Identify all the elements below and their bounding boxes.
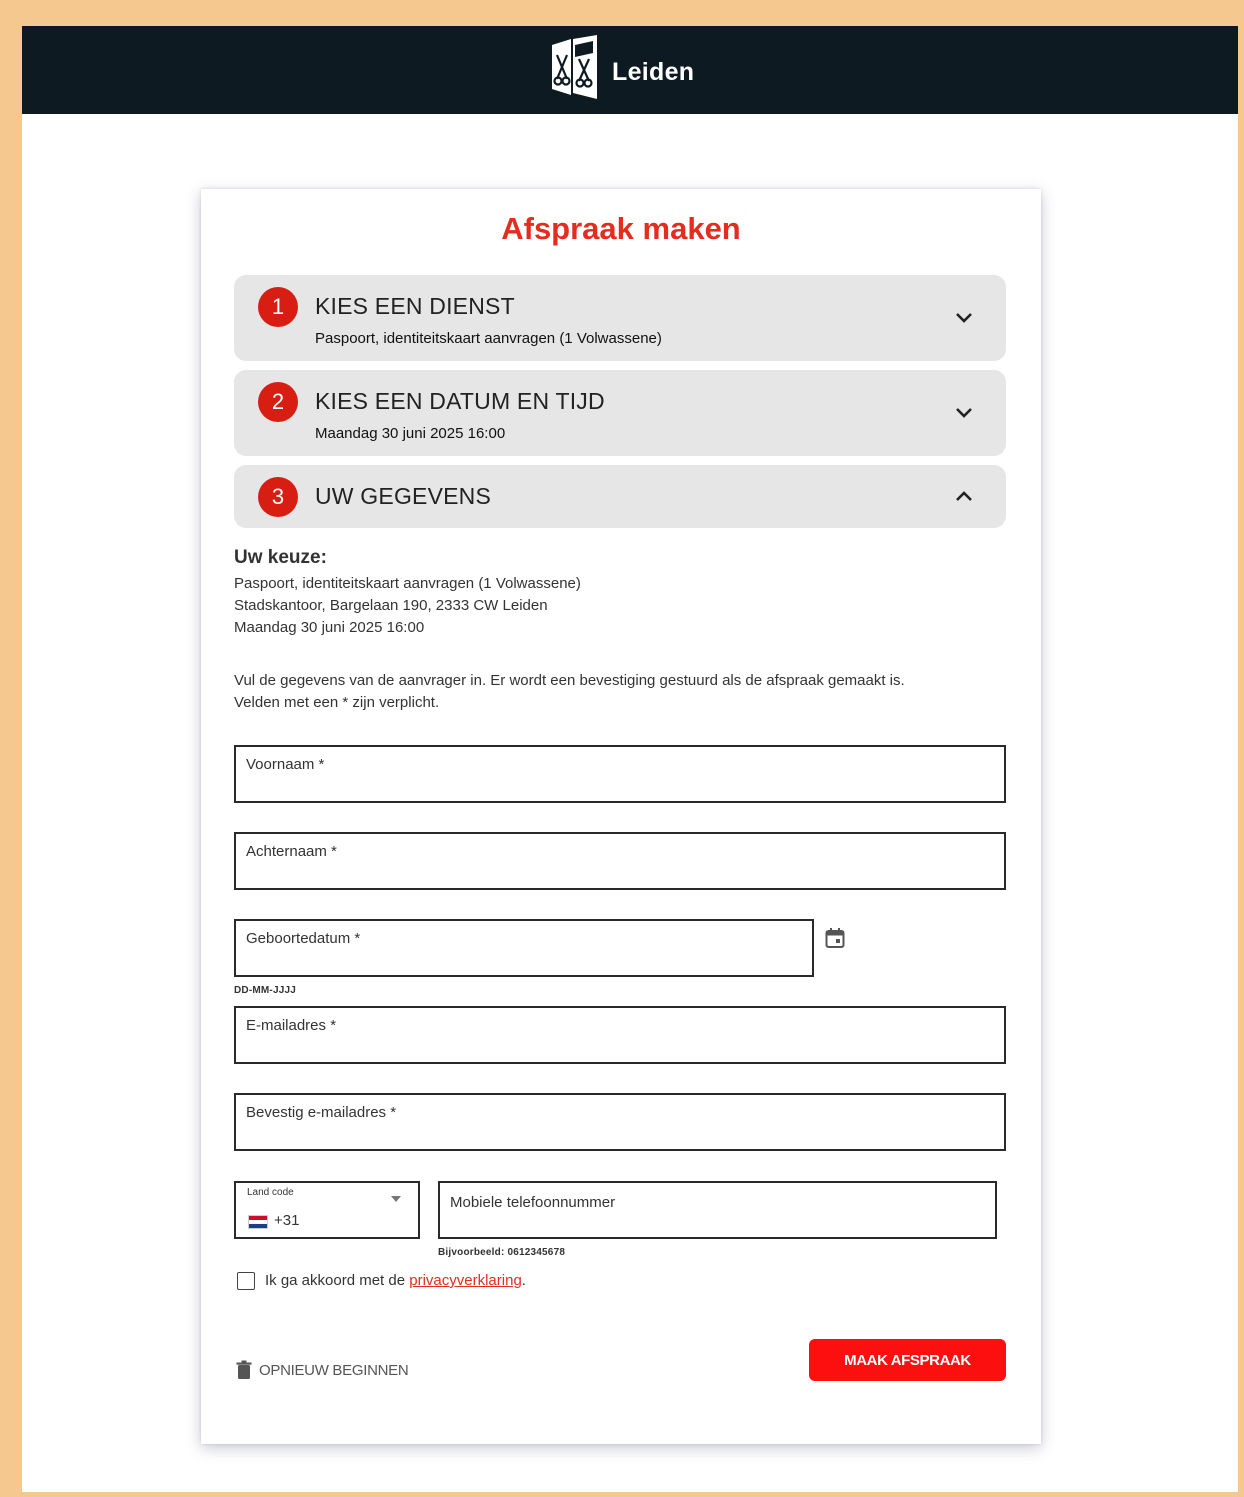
trash-icon (236, 1360, 252, 1379)
country-code-label: Land code (247, 1187, 294, 1198)
geboortedatum-field[interactable]: Geboortedatum * (234, 919, 814, 977)
maak-afspraak-button[interactable]: MAAK AFSPRAAK (809, 1339, 1006, 1381)
country-code-select[interactable]: Land code +31 (234, 1181, 420, 1239)
email-label: E-mailadres * (246, 1017, 337, 1034)
step-uw-gegevens[interactable]: 3 UW GEGEVENS (234, 465, 1006, 528)
keuze-heading: Uw keuze: (234, 547, 327, 568)
geboortedatum-hint: DD-MM-JJJJ (234, 985, 297, 996)
top-bar: Leiden (22, 26, 1238, 114)
step-summary: Paspoort, identiteitskaart aanvragen (1 … (315, 330, 662, 347)
step-kies-datum-tijd[interactable]: 2 KIES EEN DATUM EN TIJD Maandag 30 juni… (234, 370, 1006, 456)
step-summary: Maandag 30 juni 2025 16:00 (315, 425, 506, 442)
required-note: Velden met een * zijn verplicht. (234, 694, 440, 711)
leiden-logo-icon[interactable] (549, 35, 599, 99)
netherlands-flag-icon (248, 1215, 268, 1229)
privacy-checkbox[interactable] (237, 1272, 255, 1290)
achternaam-field[interactable]: Achternaam * (234, 832, 1006, 890)
step-number-badge: 2 (258, 382, 298, 422)
step-number-badge: 1 (258, 287, 298, 327)
privacy-link[interactable]: privacyverklaring (409, 1272, 522, 1289)
keuze-location: Stadskantoor, Bargelaan 190, 2333 CW Lei… (234, 597, 548, 614)
email-field[interactable]: E-mailadres * (234, 1006, 1006, 1064)
page-title: Afspraak maken (501, 211, 741, 246)
instructions-text: Vul de gegevens van de aanvrager in. Er … (234, 672, 905, 689)
agree-suffix: . (521, 1272, 526, 1289)
country-code-value: +31 (274, 1212, 300, 1229)
restart-label: OPNIEUW BEGINNEN (259, 1361, 409, 1379)
mobile-phone-field[interactable]: Mobiele telefoonnummer (438, 1181, 997, 1239)
calendar-icon[interactable] (825, 927, 845, 949)
voornaam-field[interactable]: Voornaam * (234, 745, 1006, 803)
restart-button[interactable]: OPNIEUW BEGINNEN (236, 1360, 409, 1380)
email-confirm-label: Bevestig e-mailadres * (246, 1104, 397, 1121)
geboortedatum-label: Geboortedatum * (246, 930, 361, 947)
chevron-down-icon[interactable] (951, 305, 977, 331)
keuze-service: Paspoort, identiteitskaart aanvragen (1 … (234, 575, 581, 592)
step-title: KIES EEN DATUM EN TIJD (315, 388, 605, 414)
mobile-phone-label: Mobiele telefoonnummer (450, 1194, 616, 1211)
browser-viewport: Leiden Afspraak maken 1 KIES EEN DIENST … (22, 26, 1238, 1492)
step-kies-dienst[interactable]: 1 KIES EEN DIENST Paspoort, identiteitsk… (234, 275, 1006, 361)
mobile-phone-hint: Bijvoorbeeld: 0612345678 (438, 1247, 566, 1258)
agree-prefix: Ik ga akkoord met de (265, 1272, 410, 1289)
chevron-down-icon[interactable] (951, 400, 977, 426)
privacy-agree-text: Ik ga akkoord met de privacyverklaring. (265, 1272, 526, 1289)
step-number-badge: 3 (258, 477, 298, 517)
voornaam-label: Voornaam * (246, 756, 325, 773)
keuze-datetime: Maandag 30 juni 2025 16:00 (234, 619, 425, 636)
achternaam-label: Achternaam * (246, 843, 337, 860)
brand-name: Leiden (612, 58, 695, 86)
chevron-up-icon[interactable] (951, 483, 977, 509)
step-title: UW GEGEVENS (315, 483, 492, 509)
email-confirm-field[interactable]: Bevestig e-mailadres * (234, 1093, 1006, 1151)
appointment-card: Afspraak maken 1 KIES EEN DIENST Paspoor… (201, 189, 1041, 1444)
step-title: KIES EEN DIENST (315, 293, 515, 319)
dropdown-caret-icon (391, 1196, 401, 1202)
